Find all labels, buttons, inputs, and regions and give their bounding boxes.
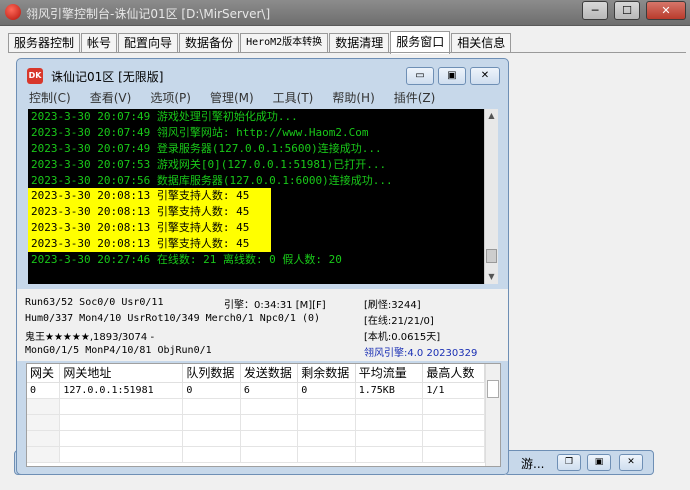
log-line-highlighted: 2023-3-30 20:08:13 引擎支持人数: 45 xyxy=(28,188,271,205)
col-queue-data[interactable]: 队列数据 xyxy=(182,364,241,383)
minimized-window-label: 游... xyxy=(521,457,545,471)
dk-app-icon: DK xyxy=(27,68,43,84)
tab-account[interactable]: 帐号 xyxy=(81,33,118,53)
col-gateway[interactable]: 网关 xyxy=(27,364,61,383)
minimized-window-bar[interactable]: 游... ❐ ▣ ✕ xyxy=(504,450,654,475)
log-line: 2023-3-30 20:27:46 在线数: 21 离线数: 0 假人数: 2… xyxy=(31,253,342,267)
inner-close-button[interactable]: ✕ xyxy=(470,67,500,85)
tab-data-cleanup[interactable]: 数据清理 xyxy=(329,33,390,53)
inner-maximize-button[interactable]: ▣ xyxy=(438,67,466,85)
table-row[interactable]: 0 127.0.0.1:51981 0 6 0 1.75KB 1/1 xyxy=(27,382,485,399)
menu-plugins[interactable]: 插件(Z) xyxy=(394,89,436,107)
scroll-up-icon[interactable]: ▲ xyxy=(485,109,498,123)
tab-herom2-convert[interactable]: HeroM2版本转换 xyxy=(240,33,329,53)
log-line-highlighted: 2023-3-30 20:08:13 引擎支持人数: 45 xyxy=(28,220,271,237)
log-line-highlighted: 2023-3-30 20:08:13 引擎支持人数: 45 xyxy=(28,204,271,221)
gateway-table[interactable]: 网关 网关地址 队列数据 发送数据 剩余数据 平均流量 最高人数 0 127.0… xyxy=(26,363,501,467)
restore-icon[interactable]: ❐ xyxy=(557,454,581,471)
maximize-icon[interactable]: ▣ xyxy=(587,454,611,471)
tab-service-window[interactable]: 服务窗口 xyxy=(390,31,451,54)
scroll-down-icon[interactable]: ▼ xyxy=(485,270,498,284)
log-line: 2023-3-30 20:07:49 翎风引擎网站: http://www.Ha… xyxy=(31,125,369,139)
close-button[interactable]: ✕ xyxy=(646,1,686,20)
tab-divider xyxy=(8,52,686,53)
menu-manage[interactable]: 管理(M) xyxy=(210,89,254,107)
app-logo-icon xyxy=(5,4,21,20)
menu-bar: 控制(C) 查看(V) 选项(P) 管理(M) 工具(T) 帮助(H) 插件(Z… xyxy=(23,89,503,107)
status-panel: Run63/52 Soc0/0 Usr0/11 引擎：0:34:31 [M][F… xyxy=(17,289,508,361)
minimize-button[interactable]: ─ xyxy=(582,1,608,20)
table-scroll-thumb[interactable] xyxy=(487,380,499,398)
log-line: 2023-3-30 20:07:49 游戏处理引擎初始化成功... xyxy=(31,110,298,123)
cell-queue: 0 xyxy=(182,382,241,399)
log-console[interactable]: 2023-3-30 20:07:49 游戏处理引擎初始化成功... 2023-3… xyxy=(28,109,498,284)
tab-related-info[interactable]: 相关信息 xyxy=(451,33,512,53)
log-line: 2023-3-30 20:07:49 登录服务器(127.0.0.1:5600)… xyxy=(31,141,382,155)
service-window: DK 诛仙记01区 [无限版] ▭ ▣ ✕ 控制(C) 查看(V) 选项(P) … xyxy=(16,58,509,475)
menu-help[interactable]: 帮助(H) xyxy=(332,89,374,107)
refresh-count: [刷怪:3244] xyxy=(364,300,421,311)
engine-version: 翎风引擎:4.0 20230329 xyxy=(364,348,478,359)
hum-stats: Hum0/337 Mon4/10 UsrRot10/349 Merch0/1 N… xyxy=(25,313,321,324)
col-avg-traffic[interactable]: 平均流量 xyxy=(355,364,424,383)
table-header-row: 网关 网关地址 队列数据 发送数据 剩余数据 平均流量 最高人数 xyxy=(27,364,485,383)
main-tabs: 服务器控制 帐号 配置向导 数据备份 HeroM2版本转换 数据清理 服务窗口 … xyxy=(8,31,512,54)
log-line: 2023-3-30 20:07:53 游戏网关[0](127.0.0.1:519… xyxy=(31,157,387,171)
col-max-users[interactable]: 最高人数 xyxy=(422,364,485,383)
tab-config-wizard[interactable]: 配置向导 xyxy=(118,33,179,53)
menu-tools[interactable]: 工具(T) xyxy=(273,89,314,107)
cell-max-users: 1/1 xyxy=(422,382,485,399)
tab-data-backup[interactable]: 数据备份 xyxy=(179,33,240,53)
table-row-empty xyxy=(27,398,485,415)
run-stats: Run63/52 Soc0/0 Usr0/11 xyxy=(25,297,164,308)
main-titlebar: 翎风引擎控制台-诛仙记01区 [D:\MirServer\] ─ ☐ ✕ xyxy=(0,0,690,26)
maximize-button[interactable]: ☐ xyxy=(614,1,640,20)
cell-address: 127.0.0.1:51981 xyxy=(59,382,184,399)
mongen-stats: MonG0/1/5 MonP4/10/81 ObjRun0/1 xyxy=(25,345,212,356)
engine-time: 引擎：0:34:31 [M][F] xyxy=(224,300,326,311)
console-scrollbar[interactable]: ▲ ▼ xyxy=(484,109,498,284)
col-send-data[interactable]: 发送数据 xyxy=(240,364,299,383)
log-line-highlighted: 2023-3-30 20:08:13 引擎支持人数: 45 xyxy=(28,236,271,253)
cell-gateway: 0 xyxy=(27,382,61,399)
boss-status: 鬼王★★★★★,1893/3074 - xyxy=(25,332,155,343)
cell-remaining: 0 xyxy=(297,382,356,399)
log-line: 2023-3-30 20:07:56 数据库服务器(127.0.0.1:6000… xyxy=(31,173,393,187)
table-scrollbar[interactable] xyxy=(485,364,500,466)
cell-avg-traffic: 1.75KB xyxy=(355,382,424,399)
online-count: [在线:21/21/0] xyxy=(364,316,434,327)
tab-server-control[interactable]: 服务器控制 xyxy=(8,33,81,53)
menu-view[interactable]: 查看(V) xyxy=(90,89,132,107)
col-gateway-address[interactable]: 网关地址 xyxy=(59,364,184,383)
menu-control[interactable]: 控制(C) xyxy=(29,89,71,107)
col-remaining-data[interactable]: 剩余数据 xyxy=(297,364,356,383)
local-uptime: [本机:0.0615天] xyxy=(364,332,441,343)
table-row-empty xyxy=(27,446,485,463)
service-window-title: 诛仙记01区 [无限版] xyxy=(51,70,164,84)
menu-options[interactable]: 选项(P) xyxy=(150,89,191,107)
close-icon[interactable]: ✕ xyxy=(619,454,643,471)
inner-minimize-button[interactable]: ▭ xyxy=(406,67,434,85)
table-row-empty xyxy=(27,430,485,447)
table-row-empty xyxy=(27,414,485,431)
scroll-thumb[interactable] xyxy=(486,249,497,263)
cell-send: 6 xyxy=(240,382,299,399)
window-title: 翎风引擎控制台-诛仙记01区 [D:\MirServer\] xyxy=(26,7,271,21)
